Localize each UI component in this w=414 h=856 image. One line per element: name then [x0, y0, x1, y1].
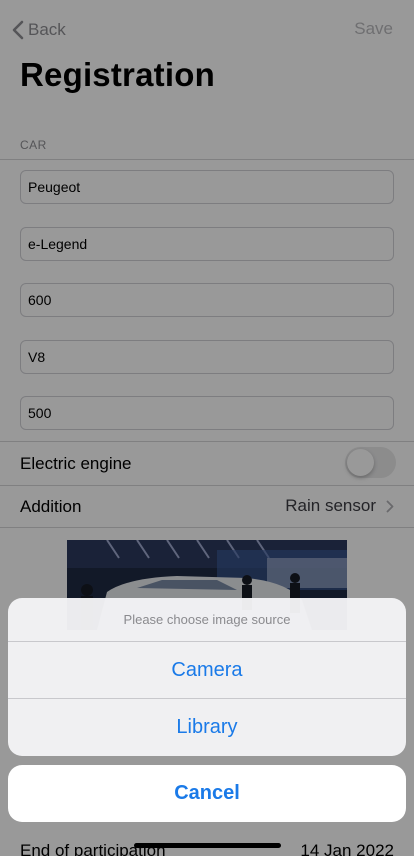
cancel-button[interactable]: Cancel: [8, 765, 406, 822]
camera-button[interactable]: Camera: [8, 642, 406, 698]
action-sheet-message: Please choose image source: [123, 612, 291, 627]
library-button[interactable]: Library: [8, 699, 406, 755]
image-source-action-sheet: Please choose image source Camera Librar…: [8, 598, 406, 756]
home-indicator: [134, 843, 281, 848]
